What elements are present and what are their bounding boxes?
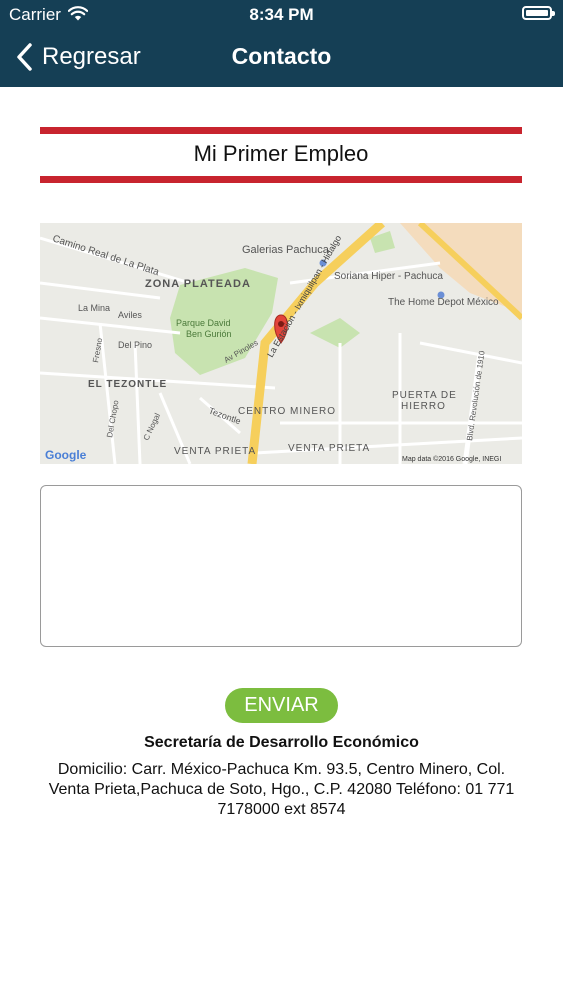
map-label-aviles: Aviles	[118, 310, 142, 320]
location-map[interactable]: Camino Real de La Plata Galerias Pachuca…	[40, 223, 522, 464]
section-heading: Mi Primer Empleo	[193, 141, 369, 166]
status-bar: Carrier 8:34 PM	[0, 0, 563, 30]
map-label-venta-prieta-1: VENTA PRIETA	[174, 446, 256, 457]
map-label-galerias: Galerias Pachuca	[242, 244, 330, 256]
map-label-puerta-line-1: PUERTA DE	[392, 390, 457, 401]
battery-icon	[522, 6, 555, 20]
heading-top-divider	[40, 127, 522, 134]
organization-name: Secretaría de Desarrollo Económico	[144, 734, 419, 751]
contact-address: Domicilio: Carr. México-Pachuca Km. 93.5…	[48, 761, 515, 818]
map-canvas: Camino Real de La Plata Galerias Pachuca…	[40, 223, 522, 464]
map-label-venta-prieta-2: VENTA PRIETA	[288, 443, 370, 454]
heading-bottom-divider	[40, 176, 522, 183]
map-label-soriana: Soriana Hiper - Pachuca	[334, 271, 443, 282]
google-logo: Google	[45, 448, 87, 462]
map-label-parque-line-2: Ben Gurión	[186, 329, 232, 339]
map-label-puerta-line-2: HIERRO	[401, 401, 446, 412]
map-label-home-depot: The Home Depot México	[388, 297, 499, 308]
map-label-el-tezontle: EL TEZONTLE	[88, 379, 167, 390]
map-attribution: Map data ©2016 Google, INEGI	[402, 455, 501, 463]
page-title: Contacto	[231, 43, 332, 69]
map-label-del-pino: Del Pino	[118, 340, 152, 350]
message-textarea[interactable]	[40, 485, 522, 647]
send-button[interactable]: ENVIAR	[225, 688, 338, 723]
status-time: 8:34 PM	[249, 5, 314, 24]
map-label-la-mina: La Mina	[78, 303, 110, 313]
map-label-parque-line-1: Parque David	[176, 318, 231, 328]
map-label-centro-minero: CENTRO MINERO	[238, 406, 336, 417]
map-label-zona-plateada: ZONA PLATEADA	[145, 278, 251, 290]
navigation-header: Carrier 8:34 PM Regresar Contacto	[0, 0, 563, 87]
